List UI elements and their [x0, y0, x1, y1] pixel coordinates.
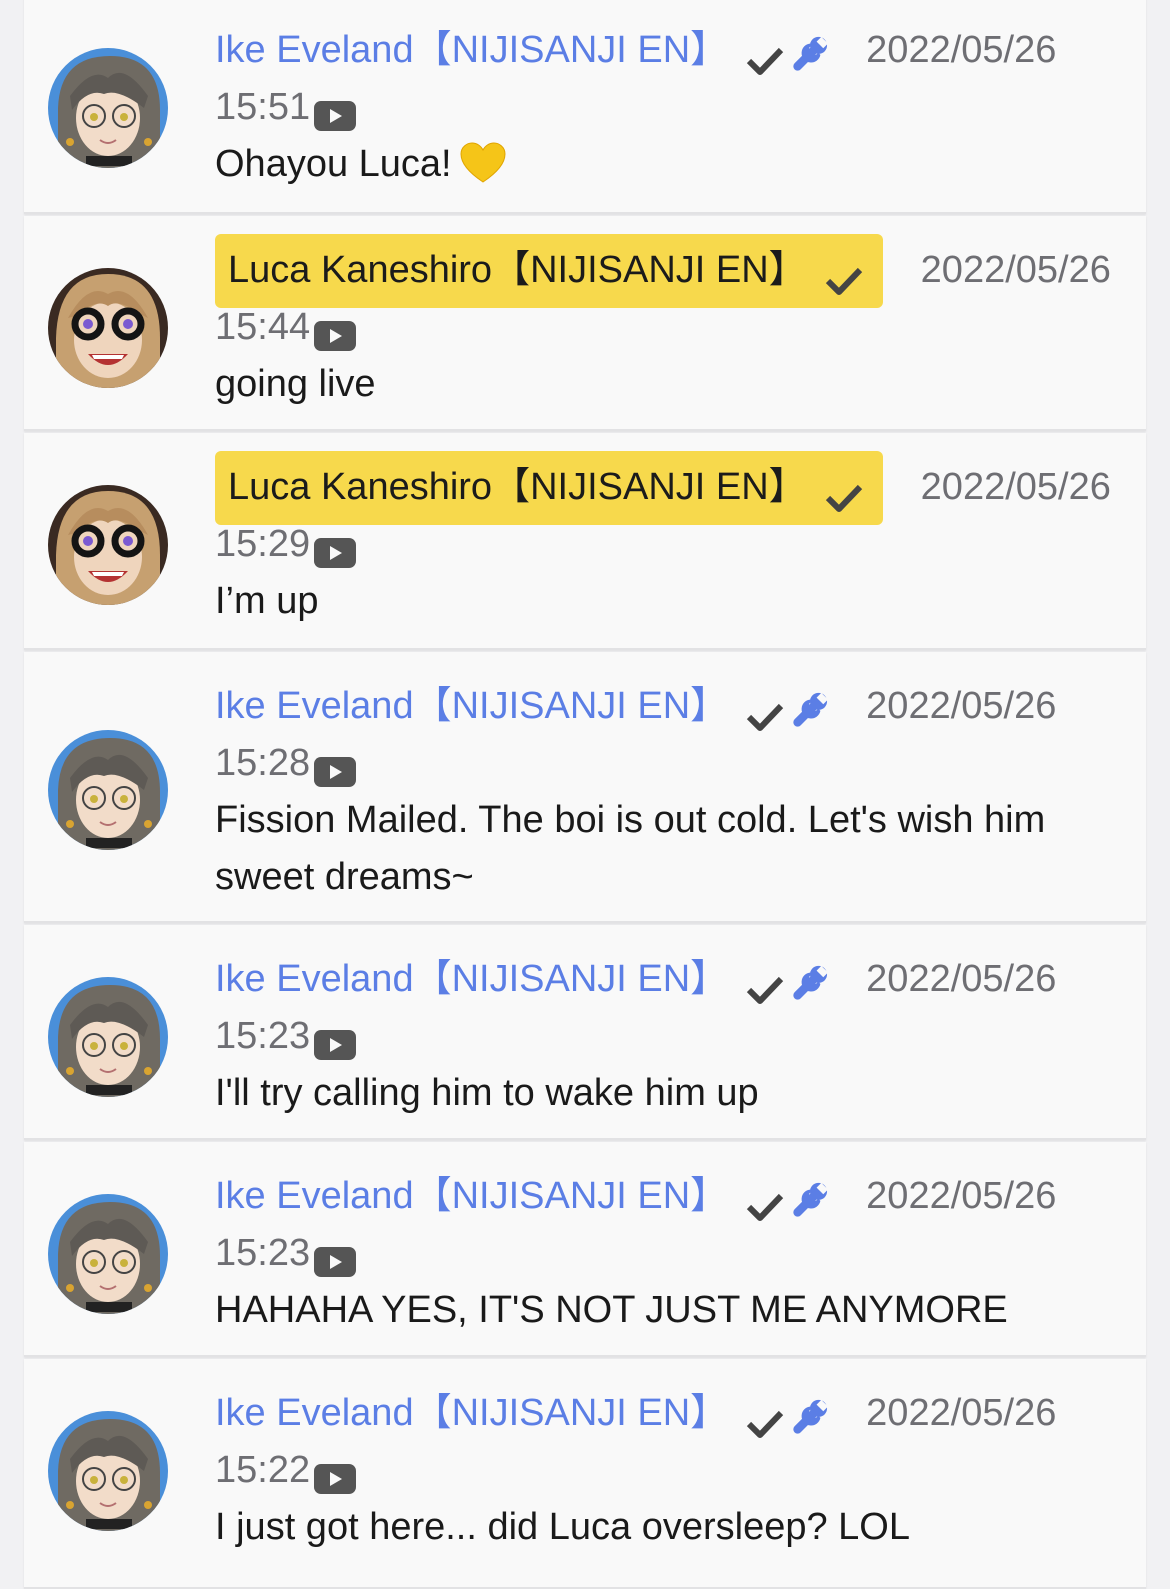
author-name[interactable]: Ike Eveland【NIJISANJI EN】	[215, 1168, 728, 1225]
youtube-play-icon[interactable]	[314, 1237, 357, 1277]
chat-message: Luca Kaneshiro【NIJISANJI EN】 2022/05/26 15…	[24, 433, 1146, 650]
message-time: 15:44	[215, 306, 311, 348]
chat-message: Ike Eveland【NIJISANJI EN】 2022/05/26 15:23…	[24, 925, 1146, 1140]
author-name[interactable]: Ike Eveland【NIJISANJI EN】	[215, 678, 728, 735]
chat-message: Ike Eveland【NIJISANJI EN】 2022/05/26 15:51…	[24, 0, 1146, 214]
message-time-row: 15:23	[215, 1008, 1115, 1065]
message-time: 15:23	[215, 1232, 311, 1274]
message-date: 2022/05/26	[866, 1175, 1057, 1217]
message-time-row: 15:51	[215, 79, 1115, 136]
message-body: Fission Mailed. The boi is out cold. Let…	[215, 799, 1046, 898]
check-icon	[825, 256, 863, 295]
wrench-icon	[790, 32, 829, 71]
message-text: going live	[215, 356, 1115, 413]
check-icon	[746, 1399, 784, 1438]
message-header: Ike Eveland【NIJISANJI EN】 2022/05/26	[215, 678, 1115, 735]
author-name[interactable]: Luca Kaneshiro【NIJISANJI EN】	[228, 459, 807, 516]
avatar[interactable]	[48, 268, 168, 388]
message-time-row: 15:29	[215, 516, 1115, 573]
author-block: Ike Eveland【NIJISANJI EN】	[215, 1385, 829, 1442]
message-date: 2022/05/26	[866, 958, 1057, 1000]
message-text: HAHAHA YES, IT'S NOT JUST ME ANYMORE	[215, 1282, 1115, 1339]
wrench-icon	[790, 1395, 829, 1434]
message-date: 2022/05/26	[866, 685, 1057, 727]
chat-message: Ike Eveland【NIJISANJI EN】 2022/05/26 15:22…	[24, 1359, 1146, 1589]
author-name[interactable]: Ike Eveland【NIJISANJI EN】	[215, 22, 728, 79]
author-block: Ike Eveland【NIJISANJI EN】	[215, 22, 829, 79]
author-name[interactable]: Luca Kaneshiro【NIJISANJI EN】	[228, 242, 807, 299]
avatar[interactable]	[48, 48, 168, 168]
youtube-play-icon[interactable]	[314, 91, 357, 131]
message-time-row: 15:28	[215, 735, 1115, 792]
wrench-icon	[790, 1178, 829, 1217]
check-icon	[746, 692, 784, 731]
youtube-play-icon[interactable]	[314, 747, 357, 787]
message-header: Ike Eveland【NIJISANJI EN】 2022/05/26	[215, 1385, 1115, 1442]
message-time-row: 15:23	[215, 1225, 1115, 1282]
message-text: Fission Mailed. The boi is out cold. Let…	[215, 792, 1115, 906]
yellow-heart-icon	[460, 142, 506, 184]
author-block: Ike Eveland【NIJISANJI EN】	[215, 951, 829, 1008]
message-content: Ike Eveland【NIJISANJI EN】 2022/05/26 15:51…	[215, 22, 1115, 193]
youtube-play-icon[interactable]	[314, 1020, 357, 1060]
message-body: Ohayou Luca!	[215, 143, 452, 185]
message-header: Luca Kaneshiro【NIJISANJI EN】 2022/05/26	[215, 450, 1115, 525]
message-header: Luca Kaneshiro【NIJISANJI EN】 2022/05/26	[215, 233, 1115, 308]
message-time-row: 15:44	[215, 299, 1115, 356]
avatar[interactable]	[48, 1194, 168, 1314]
message-content: Ike Eveland【NIJISANJI EN】 2022/05/26 15:23…	[215, 1168, 1115, 1339]
youtube-play-icon[interactable]	[314, 311, 357, 351]
author-block: Ike Eveland【NIJISANJI EN】	[215, 678, 829, 735]
author-name[interactable]: Ike Eveland【NIJISANJI EN】	[215, 951, 728, 1008]
youtube-play-icon[interactable]	[314, 1454, 357, 1494]
author-block: Ike Eveland【NIJISANJI EN】	[215, 1168, 829, 1225]
message-date: 2022/05/26	[866, 1392, 1057, 1434]
message-text: I’m up	[215, 573, 1115, 630]
chat-message: Ike Eveland【NIJISANJI EN】 2022/05/26 15:28…	[24, 652, 1146, 923]
message-time: 15:29	[215, 523, 311, 565]
message-header: Ike Eveland【NIJISANJI EN】 2022/05/26	[215, 1168, 1115, 1225]
message-content: Luca Kaneshiro【NIJISANJI EN】 2022/05/26 15…	[215, 450, 1115, 630]
message-time: 15:28	[215, 742, 311, 784]
message-date: 2022/05/26	[920, 249, 1111, 291]
check-icon	[746, 965, 784, 1004]
message-time: 15:22	[215, 1449, 311, 1491]
owner-author-highlight: Luca Kaneshiro【NIJISANJI EN】	[215, 450, 883, 525]
check-icon	[825, 473, 863, 512]
message-body: I just got here... did Luca oversleep? L…	[215, 1506, 910, 1548]
message-body: going live	[215, 363, 376, 405]
owner-author-highlight: Luca Kaneshiro【NIJISANJI EN】	[215, 233, 883, 308]
message-content: Ike Eveland【NIJISANJI EN】 2022/05/26 15:23…	[215, 951, 1115, 1122]
author-name[interactable]: Ike Eveland【NIJISANJI EN】	[215, 1385, 728, 1442]
message-time-row: 15:22	[215, 1442, 1115, 1499]
wrench-icon	[790, 961, 829, 1000]
message-header: Ike Eveland【NIJISANJI EN】 2022/05/26	[215, 951, 1115, 1008]
chat-message: Ike Eveland【NIJISANJI EN】 2022/05/26 15:23…	[24, 1142, 1146, 1357]
message-content: Luca Kaneshiro【NIJISANJI EN】 2022/05/26 15…	[215, 233, 1115, 413]
chat-message: Luca Kaneshiro【NIJISANJI EN】 2022/05/26 15…	[24, 216, 1146, 431]
message-content: Ike Eveland【NIJISANJI EN】 2022/05/26 15:22…	[215, 1385, 1115, 1556]
youtube-play-icon[interactable]	[314, 528, 357, 568]
avatar[interactable]	[48, 1411, 168, 1531]
chat-message-list: Ike Eveland【NIJISANJI EN】 2022/05/26 15:51…	[0, 0, 1170, 1589]
message-content: Ike Eveland【NIJISANJI EN】 2022/05/26 15:28…	[215, 678, 1115, 906]
message-body: I’m up	[215, 580, 319, 622]
message-text: Ohayou Luca!	[215, 136, 1115, 193]
message-body: I'll try calling him to wake him up	[215, 1072, 759, 1114]
avatar[interactable]	[48, 485, 168, 605]
avatar[interactable]	[48, 977, 168, 1097]
message-date: 2022/05/26	[866, 29, 1057, 71]
avatar[interactable]	[48, 730, 168, 850]
message-body: HAHAHA YES, IT'S NOT JUST ME ANYMORE	[215, 1289, 1008, 1331]
wrench-icon	[790, 688, 829, 727]
message-text: I just got here... did Luca oversleep? L…	[215, 1499, 1115, 1556]
message-date: 2022/05/26	[920, 466, 1111, 508]
check-icon	[746, 1182, 784, 1221]
message-header: Ike Eveland【NIJISANJI EN】 2022/05/26	[215, 22, 1115, 79]
message-time: 15:51	[215, 86, 311, 128]
message-text: I'll try calling him to wake him up	[215, 1065, 1115, 1122]
message-time: 15:23	[215, 1015, 311, 1057]
check-icon	[746, 36, 784, 75]
